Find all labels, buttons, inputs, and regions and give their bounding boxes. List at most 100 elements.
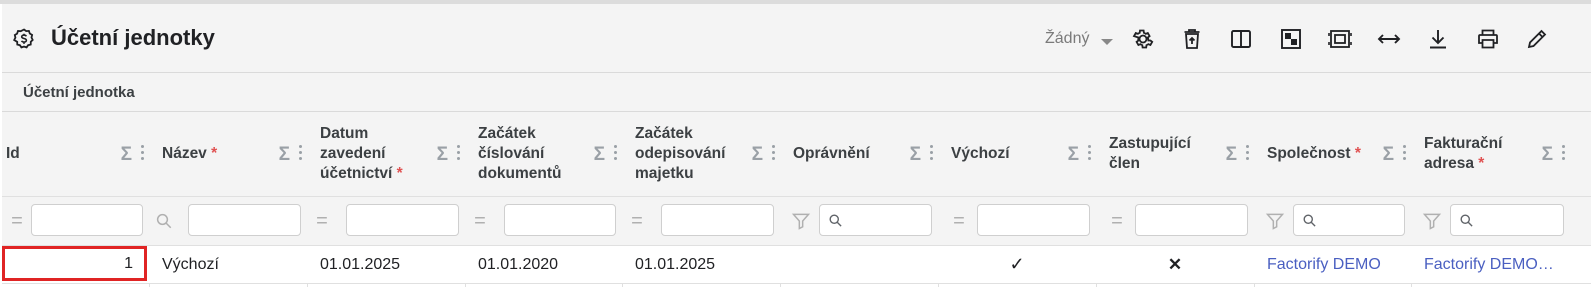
filter-input[interactable]	[1135, 204, 1248, 236]
selected-id-cell[interactable]: 1	[2, 246, 147, 281]
equals-filter-icon[interactable]: =	[6, 210, 28, 232]
download-icon[interactable]	[1424, 25, 1452, 53]
filter-input[interactable]	[1293, 204, 1405, 236]
delete-icon[interactable]	[1178, 25, 1206, 53]
column-menu-icon[interactable]	[457, 145, 460, 160]
table-cell[interactable]: ✕	[1096, 246, 1254, 284]
equals-filter-icon[interactable]: =	[311, 210, 333, 232]
chevron-down-icon[interactable]	[1101, 39, 1113, 45]
column-menu-icon[interactable]	[1562, 145, 1565, 160]
gear-icon[interactable]	[1129, 25, 1157, 53]
column-menu-icon[interactable]	[299, 145, 302, 160]
print-icon[interactable]	[1474, 25, 1502, 53]
filter-cell: =	[938, 197, 1096, 246]
sum-icon[interactable]: Σ	[594, 144, 605, 166]
sum-icon[interactable]: Σ	[437, 144, 448, 166]
funnel-icon[interactable]	[1264, 210, 1286, 232]
column-header[interactable]: Id Σ	[2, 112, 149, 197]
filter-cell: =	[2, 197, 149, 246]
column-menu-icon[interactable]	[930, 145, 933, 160]
filter-cell	[1411, 197, 1591, 246]
company-link[interactable]: Factorify DEMO	[1254, 256, 1381, 274]
expand-horizontal-icon[interactable]	[1375, 25, 1403, 53]
column-label: Výchozí	[951, 145, 1010, 162]
column-header[interactable]: Datum zavedení účetnictví * Σ	[307, 112, 465, 197]
column-zacatek-cislovani: Začátek číslování dokumentů Σ = 01.01.20…	[465, 112, 623, 287]
filter-cell	[149, 197, 307, 246]
layout-icon[interactable]	[1277, 25, 1305, 53]
view-selector[interactable]: Žádný	[1045, 30, 1089, 48]
table-cell[interactable]: Factorify DEMO	[1254, 246, 1411, 284]
table-cell[interactable]: ✓	[938, 246, 1096, 284]
sum-icon[interactable]: Σ	[1068, 144, 1079, 166]
sum-icon[interactable]: Σ	[910, 144, 921, 166]
filter-input[interactable]	[1450, 204, 1564, 236]
column-label: Id	[6, 145, 20, 162]
page-title: Účetní jednotky	[51, 25, 215, 50]
currency-icon	[13, 28, 34, 49]
filter-input[interactable]	[977, 204, 1090, 236]
filter-input[interactable]	[504, 204, 616, 236]
address-link[interactable]: Factorify DEMO, s.r.o.	[1411, 256, 1556, 274]
filter-input[interactable]	[31, 204, 143, 236]
edit-icon[interactable]	[1523, 25, 1551, 53]
column-header[interactable]: Zastupující člen Σ	[1096, 112, 1254, 197]
page-header: Účetní jednotky Žádný	[2, 4, 1591, 73]
sum-icon[interactable]: Σ	[121, 144, 132, 166]
column-menu-icon[interactable]	[1088, 145, 1091, 160]
table-cell[interactable]	[780, 246, 938, 284]
column-header[interactable]: Fakturační adresa * Σ	[1411, 112, 1591, 197]
filter-input[interactable]	[661, 204, 774, 236]
column-menu-icon[interactable]	[141, 145, 144, 160]
column-header[interactable]: Společnost * Σ	[1254, 112, 1411, 197]
table-cell[interactable]: 01.01.2020	[465, 246, 622, 284]
sum-icon[interactable]: Σ	[1226, 144, 1237, 166]
column-spolecnost: Společnost * Σ Factorify DEMO	[1254, 112, 1412, 287]
filter-input[interactable]	[188, 204, 301, 236]
data-grid: Id Σ = 1 Název * Σ Výchozí Datum zaveden…	[2, 112, 1591, 287]
sum-icon[interactable]: Σ	[279, 144, 290, 166]
column-label: Společnost *	[1267, 145, 1361, 162]
table-cell[interactable]: Výchozí	[149, 246, 307, 284]
column-fakturacni-adresa: Fakturační adresa * Σ Factorify DEMO, s.…	[1411, 112, 1591, 287]
equals-filter-icon[interactable]: =	[626, 210, 648, 232]
search-icon	[829, 214, 842, 227]
filter-cell: =	[307, 197, 465, 246]
cross-icon: ✕	[1167, 254, 1183, 274]
column-label: Zastupující člen	[1109, 135, 1191, 172]
table-cell[interactable]: 01.01.2025	[622, 246, 780, 284]
equals-filter-icon[interactable]: =	[948, 210, 970, 232]
filter-cell	[780, 197, 938, 246]
search-icon	[1460, 214, 1473, 227]
filter-input[interactable]	[346, 204, 459, 236]
fit-icon[interactable]	[1326, 25, 1354, 53]
column-menu-icon[interactable]	[772, 145, 775, 160]
column-header[interactable]: Začátek číslování dokumentů Σ	[465, 112, 622, 197]
table-cell[interactable]: Factorify DEMO, s.r.o.	[1411, 246, 1591, 284]
columns-icon[interactable]	[1227, 25, 1255, 53]
funnel-icon[interactable]	[1421, 210, 1443, 232]
column-menu-icon[interactable]	[614, 145, 617, 160]
column-header[interactable]: Začátek odepisování majetku Σ	[622, 112, 780, 197]
check-icon: ✓	[1009, 254, 1025, 274]
column-header[interactable]: Výchozí Σ	[938, 112, 1096, 197]
filter-input[interactable]	[819, 204, 932, 236]
sum-icon[interactable]: Σ	[1542, 144, 1553, 166]
filter-cell	[1254, 197, 1411, 246]
table-cell[interactable]: 01.01.2025	[307, 246, 465, 284]
sum-icon[interactable]: Σ	[1383, 144, 1394, 166]
column-header[interactable]: Název * Σ	[149, 112, 307, 197]
column-vychozi: Výchozí Σ = ✓	[938, 112, 1097, 287]
search-icon	[153, 210, 175, 232]
equals-filter-icon[interactable]: =	[1106, 210, 1128, 232]
funnel-icon[interactable]	[790, 210, 812, 232]
column-menu-icon[interactable]	[1246, 145, 1249, 160]
column-label: Začátek odepisování majetku	[635, 125, 726, 182]
column-label: Fakturační adresa *	[1424, 135, 1503, 172]
column-label: Oprávnění	[793, 145, 870, 162]
column-id: Id Σ = 1	[2, 112, 150, 287]
column-header[interactable]: Oprávnění Σ	[780, 112, 938, 197]
sum-icon[interactable]: Σ	[752, 144, 763, 166]
column-menu-icon[interactable]	[1403, 145, 1406, 160]
equals-filter-icon[interactable]: =	[469, 210, 491, 232]
